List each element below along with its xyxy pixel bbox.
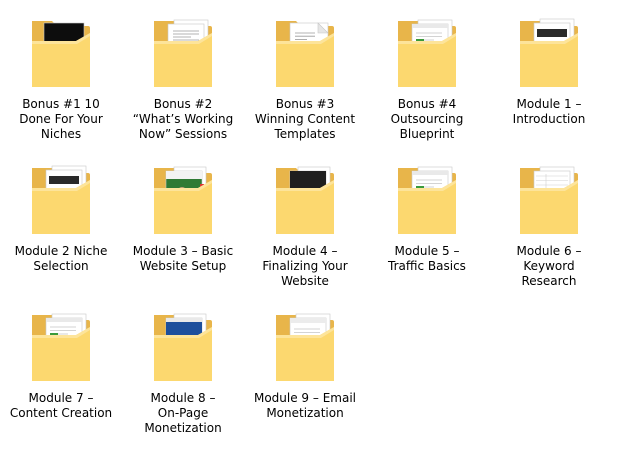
- folder-label: Bonus #4 Outsourcing Blueprint: [390, 97, 464, 141]
- folder-label: Module 9 – Email Monetization: [253, 391, 356, 420]
- folder-item[interactable]: Bonus #1 10 Done For Your Niches: [2, 5, 120, 145]
- folder-label: Module 4 – Finalizing Your Website: [262, 244, 348, 288]
- folder-item[interactable]: DOCX Bonus #3 Winning Content Templates: [246, 5, 364, 145]
- folder-dark-web-icon: [276, 166, 334, 234]
- folder-item[interactable]: Bonus #2 “What’s Working Now” Sessions: [124, 5, 242, 145]
- folder-item[interactable]: Module 3 – Basic Website Setup: [124, 152, 242, 292]
- folder-item[interactable]: Module 2 Niche Selection: [2, 152, 120, 292]
- folder-dark-document-icon: [32, 21, 90, 87]
- folder-label: Bonus #1 10 Done For Your Niches: [19, 97, 103, 141]
- folder-blue-web-icon: [154, 313, 212, 381]
- folder-label: Bonus #3 Winning Content Templates: [254, 97, 356, 141]
- folder-spreadsheet-icon: [520, 166, 578, 234]
- folder-item[interactable]: Module 5 – Traffic Basics: [368, 152, 486, 292]
- folder-screenshots-icon: [520, 18, 578, 87]
- folder-green-presentation-icon: [154, 166, 212, 234]
- folder-item[interactable]: Module 4 – Finalizing Your Website: [246, 152, 364, 292]
- folder-item[interactable]: Bonus #4 Outsourcing Blueprint: [368, 5, 486, 145]
- folder-label: Module 7 – Content Creation: [9, 391, 113, 420]
- folder-item[interactable]: Module 7 – Content Creation: [2, 299, 120, 439]
- folder-web-pages-icon: [398, 19, 456, 87]
- folder-email-pages-icon: [276, 313, 334, 381]
- folder-label: Module 5 – Traffic Basics: [388, 244, 466, 273]
- folder-item[interactable]: Module 8 – On-Page Monetization: [124, 299, 242, 439]
- folder-label: Module 3 – Basic Website Setup: [132, 244, 234, 273]
- folder-item[interactable]: Module 6 – Keyword Research: [490, 152, 608, 292]
- folder-label: Module 8 – On-Page Monetization: [144, 391, 222, 435]
- folder-text-document-icon: [154, 19, 212, 87]
- folder-label: Bonus #2 “What’s Working Now” Sessions: [132, 97, 234, 141]
- folder-web-pages-icon: [398, 166, 456, 234]
- folder-label: Module 2 Niche Selection: [14, 244, 108, 273]
- folder-label: Module 1 – Introduction: [512, 97, 586, 126]
- folder-item[interactable]: Module 9 – Email Monetization: [246, 299, 364, 439]
- file-explorer-grid: Bonus #1 10 Done For Your Niches Bonus #2…: [0, 0, 624, 466]
- folder-item[interactable]: Module 1 – Introduction: [490, 5, 608, 145]
- folder-screenshots-icon: [32, 165, 90, 234]
- folder-web-pages-icon: [32, 313, 90, 381]
- folder-label: Module 6 – Keyword Research: [516, 244, 582, 288]
- folder-docx-icon: DOCX: [276, 21, 334, 87]
